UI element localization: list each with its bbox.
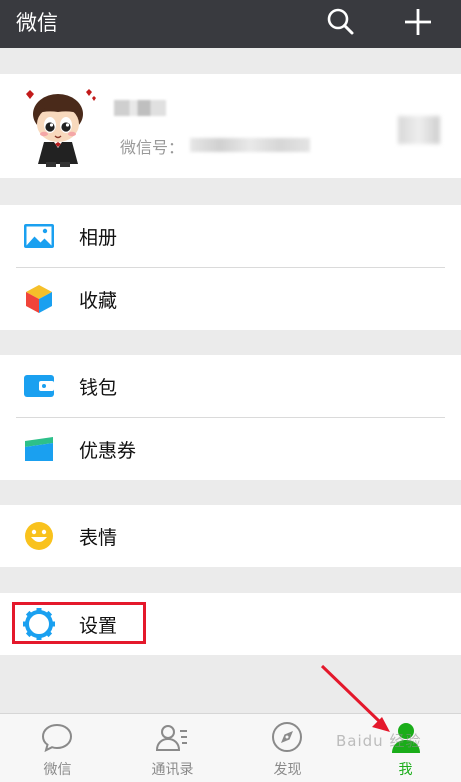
stickers-label: 表情 [79, 527, 118, 549]
qr-code-redacted[interactable] [398, 116, 440, 144]
group-album-favorites: 相册 收藏 [0, 205, 461, 330]
tab-me-label: 我 [398, 762, 413, 778]
profile-card[interactable]: 微信号： [0, 74, 461, 178]
group-wallet-coupons: 钱包 优惠券 [0, 355, 461, 480]
chat-bubble-icon [41, 723, 73, 753]
menu-item-settings[interactable]: 设置 [0, 593, 461, 655]
app-title: 微信 [16, 11, 58, 35]
album-label: 相册 [79, 227, 118, 249]
wechat-id-redacted [190, 138, 310, 152]
menu-item-stickers[interactable]: 表情 [0, 505, 461, 567]
favorites-label: 收藏 [79, 290, 118, 312]
tab-chats-label: 微信 [43, 762, 72, 778]
tab-contacts[interactable]: 通讯录 [115, 714, 230, 782]
wallet-label: 钱包 [79, 377, 118, 399]
nickname-redacted [114, 100, 166, 116]
group-stickers: 表情 [0, 505, 461, 567]
wallet-icon [22, 370, 56, 402]
album-icon [22, 220, 56, 252]
favorites-cube-icon [22, 283, 56, 315]
menu-item-favorites[interactable]: 收藏 [0, 268, 461, 330]
menu-item-album[interactable]: 相册 [0, 205, 461, 267]
plus-icon[interactable] [398, 4, 438, 40]
top-bar: 微信 [0, 0, 461, 48]
menu-item-wallet[interactable]: 钱包 [0, 355, 461, 417]
watermark-text: Baidu 经验 [336, 732, 422, 750]
tab-discover-label: 发现 [273, 762, 302, 778]
smiley-icon [22, 520, 56, 552]
group-settings: 设置 [0, 593, 461, 655]
tab-discover[interactable]: 发现 [230, 714, 345, 782]
tab-chats[interactable]: 微信 [0, 714, 115, 782]
search-icon[interactable] [322, 4, 358, 40]
wechat-id-label: 微信号： [120, 138, 185, 157]
coupons-label: 优惠券 [79, 440, 137, 462]
coupon-card-icon [22, 433, 56, 465]
contacts-icon [155, 725, 187, 751]
compass-icon [272, 722, 302, 752]
tab-contacts-label: 通讯录 [151, 762, 194, 778]
avatar [16, 84, 100, 168]
highlight-box [12, 602, 146, 644]
menu-item-coupons[interactable]: 优惠券 [0, 418, 461, 480]
